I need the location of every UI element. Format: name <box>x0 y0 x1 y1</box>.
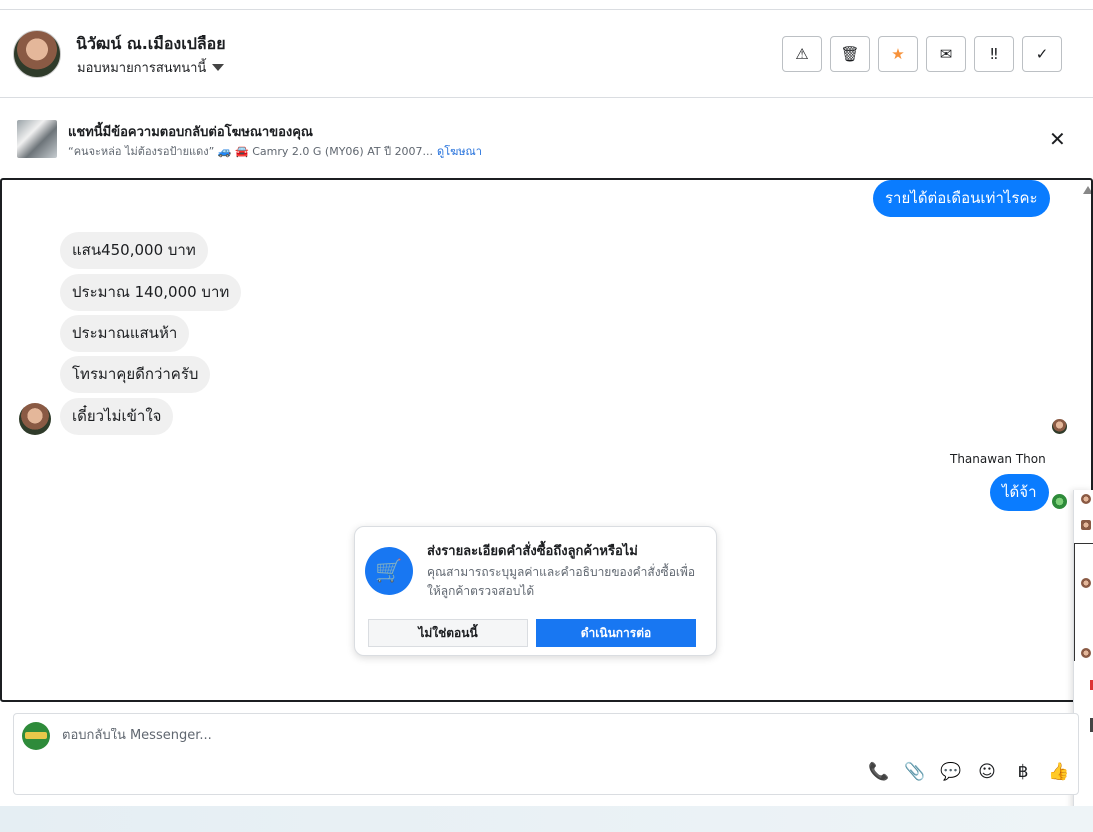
avatar-dot <box>1081 494 1091 504</box>
thumbs-up-icon[interactable]: 👍 <box>1048 761 1070 783</box>
call-add-icon[interactable]: 📞 <box>868 761 890 783</box>
contact-avatar-small <box>19 403 51 435</box>
scroll-up-arrow-icon[interactable] <box>1083 186 1091 194</box>
emoji-icon[interactable]: ☺ <box>976 761 998 783</box>
baht-icon[interactable]: ฿ <box>1012 761 1034 783</box>
avatar-dot <box>1081 648 1091 658</box>
ad-caption: “คนจะหล่อ ไม่ต้องรอป้ายแดง” 🚙 🚘 Camry 2.… <box>68 145 434 158</box>
cart-icon: 🛒 <box>365 547 413 595</box>
mark-done-button[interactable]: ✓ <box>1022 36 1062 72</box>
bottom-background <box>0 806 1093 832</box>
delete-button[interactable]: 🗑 <box>830 36 870 72</box>
assign-label: มอบหมายการสนทนานี้ <box>77 61 207 76</box>
contact-avatar[interactable] <box>13 30 61 78</box>
ad-banner-title: แชทนี้มีข้อความตอบกลับต่อโฆษณาของคุณ <box>68 125 313 140</box>
message-bubble-outgoing[interactable]: รายได้ต่อเดือนเท่าไรคะ <box>873 180 1050 217</box>
ad-thumbnail[interactable] <box>17 120 57 158</box>
avatar-dot <box>1081 578 1091 588</box>
composer-toolbar: 📞 📎 💬 ☺ ฿ 👍 <box>868 761 1070 783</box>
qr-icon <box>1081 520 1091 530</box>
done-icon: ✓ <box>1035 45 1049 63</box>
cart-glyph: 🛒 <box>375 558 403 584</box>
follow-up-icon: ‼ <box>990 45 998 63</box>
order-prompt-title: ส่งรายละเอียดคำสั่งซื้อถึงลูกค้าหรือไม่ <box>427 544 638 559</box>
star-icon: ★ <box>891 45 905 63</box>
message-bubble-incoming[interactable]: แสน450,000 บาท <box>60 232 208 269</box>
mark-spam-button[interactable]: ⚠ <box>782 36 822 72</box>
message-bubble-incoming[interactable]: ประมาณ 140,000 บาท <box>60 274 242 311</box>
delete-icon: 🗑 <box>840 45 860 63</box>
page-seen-avatar <box>1052 494 1067 509</box>
message-bubble-incoming[interactable]: ประมาณแสนห้า <box>60 315 190 352</box>
not-now-button[interactable]: ไม่ใช่ตอนนี้ <box>368 619 528 647</box>
contact-name[interactable]: นิวัฒน์ ณ.เมืองเปลือย <box>76 32 226 57</box>
caret-down-icon <box>212 64 225 71</box>
view-ad-link[interactable]: ดูโฆษณา <box>437 145 482 158</box>
order-prompt-description: คุณสามารถระบุมูลค่าและคำอธิบายของคำสั่งซ… <box>427 565 696 598</box>
mail-icon: ✉ <box>939 45 953 63</box>
seen-avatar <box>1052 419 1067 434</box>
inbox-conversation: นิวัฒน์ ณ.เมืองเปลือย มอบหมายการสนทนานี้… <box>0 0 1093 832</box>
ad-reply-banner: แชทนี้มีข้อความตอบกลับต่อโฆษณาของคุณ “คน… <box>0 99 1093 177</box>
page-avatar <box>22 722 50 750</box>
assign-conversation-dropdown[interactable]: มอบหมายการสนทนานี้ <box>77 57 225 78</box>
order-details-prompt: 🛒 ส่งรายละเอียดคำสั่งซื้อถึงลูกค้าหรือไม… <box>354 526 717 656</box>
spam-icon: ⚠ <box>795 45 809 63</box>
continue-button[interactable]: ดำเนินการต่อ <box>536 619 696 647</box>
star-button[interactable]: ★ <box>878 36 918 72</box>
attach-icon[interactable]: 📎 <box>904 761 926 783</box>
conversation-header: นิวัฒน์ ณ.เมืองเปลือย มอบหมายการสนทนานี้… <box>0 10 1093 98</box>
panel-frame <box>1074 543 1093 661</box>
header-toolbar: ⚠ 🗑 ★ ✉ ‼ ✓ <box>782 36 1062 72</box>
ad-banner-subtitle: “คนจะหล่อ ไม่ต้องรอป้ายแดง” 🚙 🚘 Camry 2.… <box>68 142 482 160</box>
sender-name: Thanawan Thon <box>950 452 1046 466</box>
message-bubble-incoming[interactable]: โทรมาคุยดีกว่าครับ <box>60 356 211 393</box>
follow-up-button[interactable]: ‼ <box>974 36 1014 72</box>
saved-reply-icon[interactable]: 💬 <box>940 761 962 783</box>
message-bubble-outgoing[interactable]: ได้จ้า <box>990 474 1049 511</box>
message-bubble-incoming[interactable]: เดี๋ยวไม่เข้าใจ <box>60 398 174 435</box>
reply-composer: 📞 📎 💬 ☺ ฿ 👍 <box>13 713 1079 795</box>
close-icon[interactable]: ✕ <box>1049 127 1066 151</box>
message-thread[interactable]: รายได้ต่อเดือนเท่าไรคะ แสน450,000 บาท ปร… <box>0 178 1093 702</box>
mark-unread-button[interactable]: ✉ <box>926 36 966 72</box>
reply-input[interactable] <box>62 728 762 743</box>
